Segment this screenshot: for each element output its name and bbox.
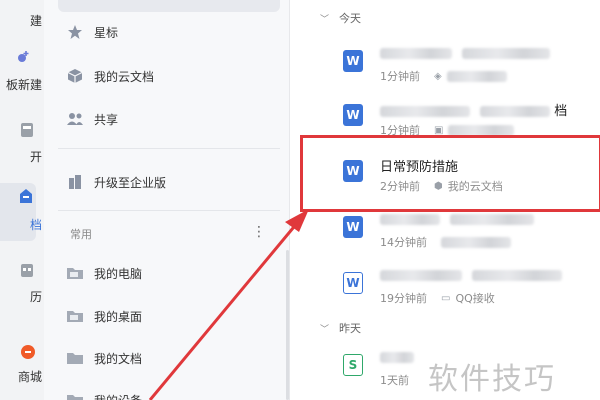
watermark: 软件技巧: [428, 362, 556, 397]
annotation-arrow: [148, 209, 309, 400]
